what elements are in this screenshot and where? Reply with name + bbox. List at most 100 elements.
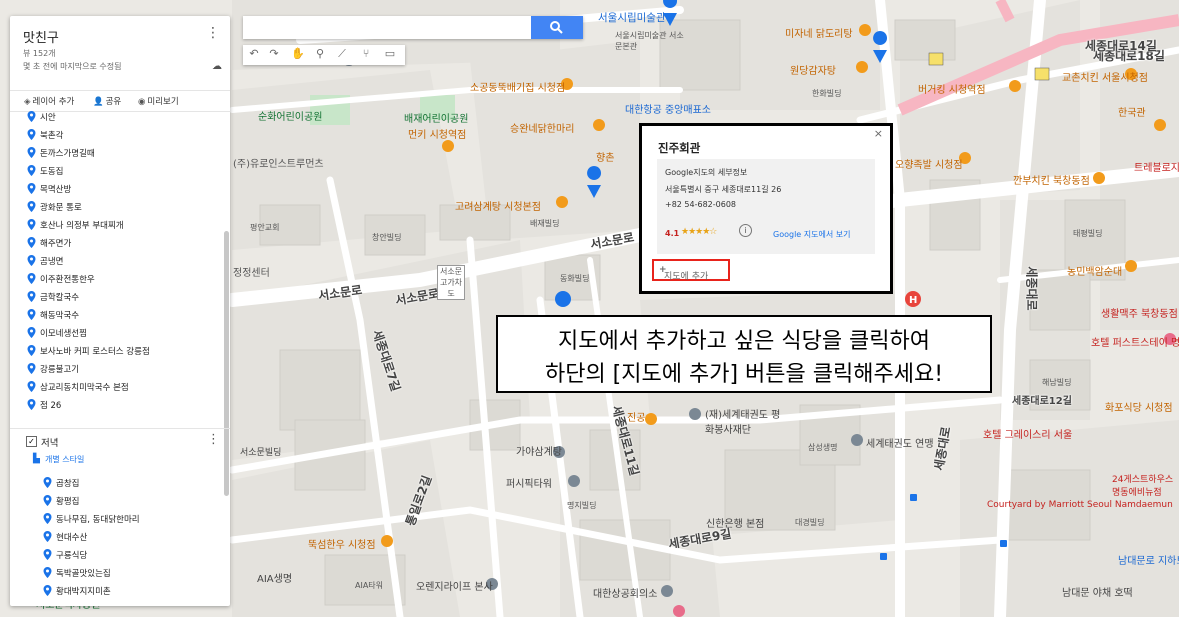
- add-person-icon: 👤: [93, 97, 104, 107]
- building-label: 서울시립미술관 서소문본관: [615, 31, 684, 51]
- pin-icon: [27, 399, 36, 410]
- place-label[interactable]: 대한항공 중앙매표소: [625, 101, 711, 116]
- list-item[interactable]: 도동집: [27, 165, 63, 177]
- view-in-google-maps-link[interactable]: Google 지도에서 보기: [773, 229, 850, 240]
- directions-icon[interactable]: ⑂: [357, 47, 375, 63]
- list-item-label: 독박골맛있는집: [56, 569, 111, 579]
- place-label[interactable]: 원당감자탕: [790, 62, 836, 77]
- undo-icon[interactable]: ↶: [245, 47, 263, 63]
- pin-icon: [27, 363, 36, 374]
- list-item-label: 돈까스가명길때: [40, 149, 95, 159]
- list-item-label: 이모네생선찜: [40, 329, 87, 339]
- add-to-map-button[interactable]: + 지도에 추가: [652, 259, 730, 282]
- list-item[interactable]: 목멱산방: [27, 183, 71, 195]
- map-title[interactable]: 맛친구: [23, 27, 59, 46]
- place-label[interactable]: 트레블로지: [1134, 159, 1179, 174]
- pin-icon: [43, 477, 52, 488]
- scrollbar[interactable]: [224, 231, 229, 496]
- ruler-icon[interactable]: ▭: [381, 47, 399, 63]
- list-item[interactable]: 독박골맛있는집: [43, 567, 111, 579]
- place-label[interactable]: 깐부치킨 북창동점: [1013, 172, 1090, 187]
- place-label[interactable]: 대한상공회의소: [593, 585, 657, 600]
- place-label[interactable]: 생활맥주 북창동점: [1101, 305, 1178, 320]
- place-label[interactable]: 세계태권도 연맹: [866, 435, 934, 450]
- place-label[interactable]: 호텔 그레이스리 서울: [983, 426, 1072, 441]
- place-label[interactable]: 한국관: [1118, 104, 1146, 119]
- road-label: 세종대로12길: [1012, 396, 1072, 407]
- place-label[interactable]: 남대문 야채 호떡: [1062, 584, 1133, 599]
- pin-icon: [27, 129, 36, 140]
- place-label[interactable]: 24게스트하우스 명동에비뉴점: [1112, 472, 1179, 498]
- redo-icon[interactable]: ↷: [265, 47, 283, 63]
- more-options-icon[interactable]: ⋮: [206, 25, 220, 41]
- list-item[interactable]: 이주환전통한우: [27, 273, 95, 285]
- place-label[interactable]: 오향족발 시청점: [895, 156, 963, 171]
- building-label: 배재빌딩: [530, 219, 560, 228]
- place-label[interactable]: 가야삼계탕: [516, 443, 562, 458]
- place-label[interactable]: 승완네닭한마리: [510, 120, 574, 135]
- place-label[interactable]: 호텔 퍼스트스테이 명동: [1091, 334, 1179, 349]
- preview-button[interactable]: ◉ 미리보기: [138, 95, 179, 107]
- cloud-icon: ☁: [212, 61, 222, 72]
- place-label[interactable]: 순화어린이공원: [258, 108, 322, 123]
- place-label[interactable]: 먼키 시청역점: [408, 126, 466, 141]
- place-label[interactable]: 남대문로 지하보도: [1118, 552, 1179, 567]
- list-item[interactable]: 보사노바 커피 로스터스 강릉점: [27, 345, 150, 357]
- draw-line-icon[interactable]: ⟋: [333, 47, 351, 63]
- close-icon[interactable]: ×: [874, 127, 883, 140]
- list-item[interactable]: 금학칼국수: [27, 291, 79, 303]
- place-label[interactable]: (주)유로인스트루먼츠: [233, 155, 324, 170]
- place-label[interactable]: 미자네 닭도리탕: [785, 25, 853, 40]
- individual-style-link[interactable]: ▙ 개별 스타일: [33, 454, 84, 465]
- place-label[interactable]: 농민백암순대: [1067, 263, 1122, 278]
- list-item[interactable]: 시안: [27, 111, 56, 123]
- list-item[interactable]: 동나무집, 동대닭한마리: [43, 513, 140, 525]
- pin-icon: [27, 345, 36, 356]
- place-label[interactable]: 화포식당 시청점: [1105, 399, 1173, 414]
- list-item[interactable]: 황대박지지미촌: [43, 585, 111, 597]
- place-label[interactable]: 소공동뚝배기집 시청점: [470, 79, 565, 94]
- list-item[interactable]: 구룡식당: [43, 549, 87, 561]
- layer-options-icon[interactable]: ⋮: [207, 432, 220, 447]
- pin-icon: [27, 237, 36, 248]
- list-item-label: 광화문 통로: [40, 203, 82, 213]
- list-item[interactable]: 황평집: [43, 495, 79, 507]
- place-label[interactable]: 뚝섬한우 시청점: [308, 536, 376, 551]
- instruction-line-1: 지도에서 추가하고 싶은 식당을 클릭하여: [557, 329, 931, 354]
- list-item[interactable]: 곱창집: [43, 477, 79, 489]
- place-label[interactable]: 버거킹 시청역점: [918, 81, 986, 96]
- place-label[interactable]: 정정센터: [233, 264, 270, 279]
- list-item-label: 곰냉면: [40, 257, 64, 267]
- list-item[interactable]: 삼교리동치미막국수 본점: [27, 381, 129, 393]
- place-label[interactable]: 퍼시픽타워: [506, 475, 552, 490]
- place-label[interactable]: 배재어린이공원: [404, 110, 468, 125]
- add-layer-button[interactable]: ◈ 레이어 추가: [24, 95, 74, 107]
- place-label[interactable]: 고려삼계탕 시청본점: [455, 198, 541, 213]
- list-item[interactable]: 곰냉면: [27, 255, 64, 267]
- list-item[interactable]: 호산나 의정부 부대찌개: [27, 219, 124, 231]
- hand-icon[interactable]: ✋: [289, 47, 307, 63]
- place-label[interactable]: AIA생명: [257, 570, 292, 585]
- list-item[interactable]: 광화문 통로: [27, 201, 82, 213]
- list-item[interactable]: 북촌각: [27, 129, 63, 141]
- list-item[interactable]: 해동막국수: [27, 309, 79, 321]
- info-icon[interactable]: i: [739, 224, 752, 237]
- list-item[interactable]: 강릉불고기: [27, 363, 79, 375]
- list-item[interactable]: 현대수산: [43, 531, 87, 543]
- place-label[interactable]: 오렌지라이프 본사: [416, 578, 493, 593]
- search-button[interactable]: [531, 16, 583, 39]
- place-label[interactable]: Courtyard by Marriott Seoul Namdaemun: [987, 500, 1173, 510]
- eye-icon: ◉: [138, 97, 146, 107]
- layer-name[interactable]: 저녁: [41, 435, 58, 449]
- place-label[interactable]: 서울시립미술관: [598, 10, 666, 25]
- share-button[interactable]: 👤 공유: [93, 95, 121, 107]
- list-item[interactable]: 점 26: [27, 399, 61, 411]
- place-label[interactable]: (재)세계태권도 평화봉사재단: [705, 406, 785, 436]
- list-item[interactable]: 돈까스가명길때: [27, 147, 95, 159]
- place-label[interactable]: 교촌치킨 서울시청점: [1062, 69, 1148, 84]
- list-item[interactable]: 이모네생선찜: [27, 327, 87, 339]
- layer-checkbox[interactable]: ✓: [26, 436, 37, 447]
- marker-icon[interactable]: ⚲: [311, 47, 329, 63]
- place-label[interactable]: 향촌: [596, 149, 614, 164]
- list-item[interactable]: 해주면가: [27, 237, 71, 249]
